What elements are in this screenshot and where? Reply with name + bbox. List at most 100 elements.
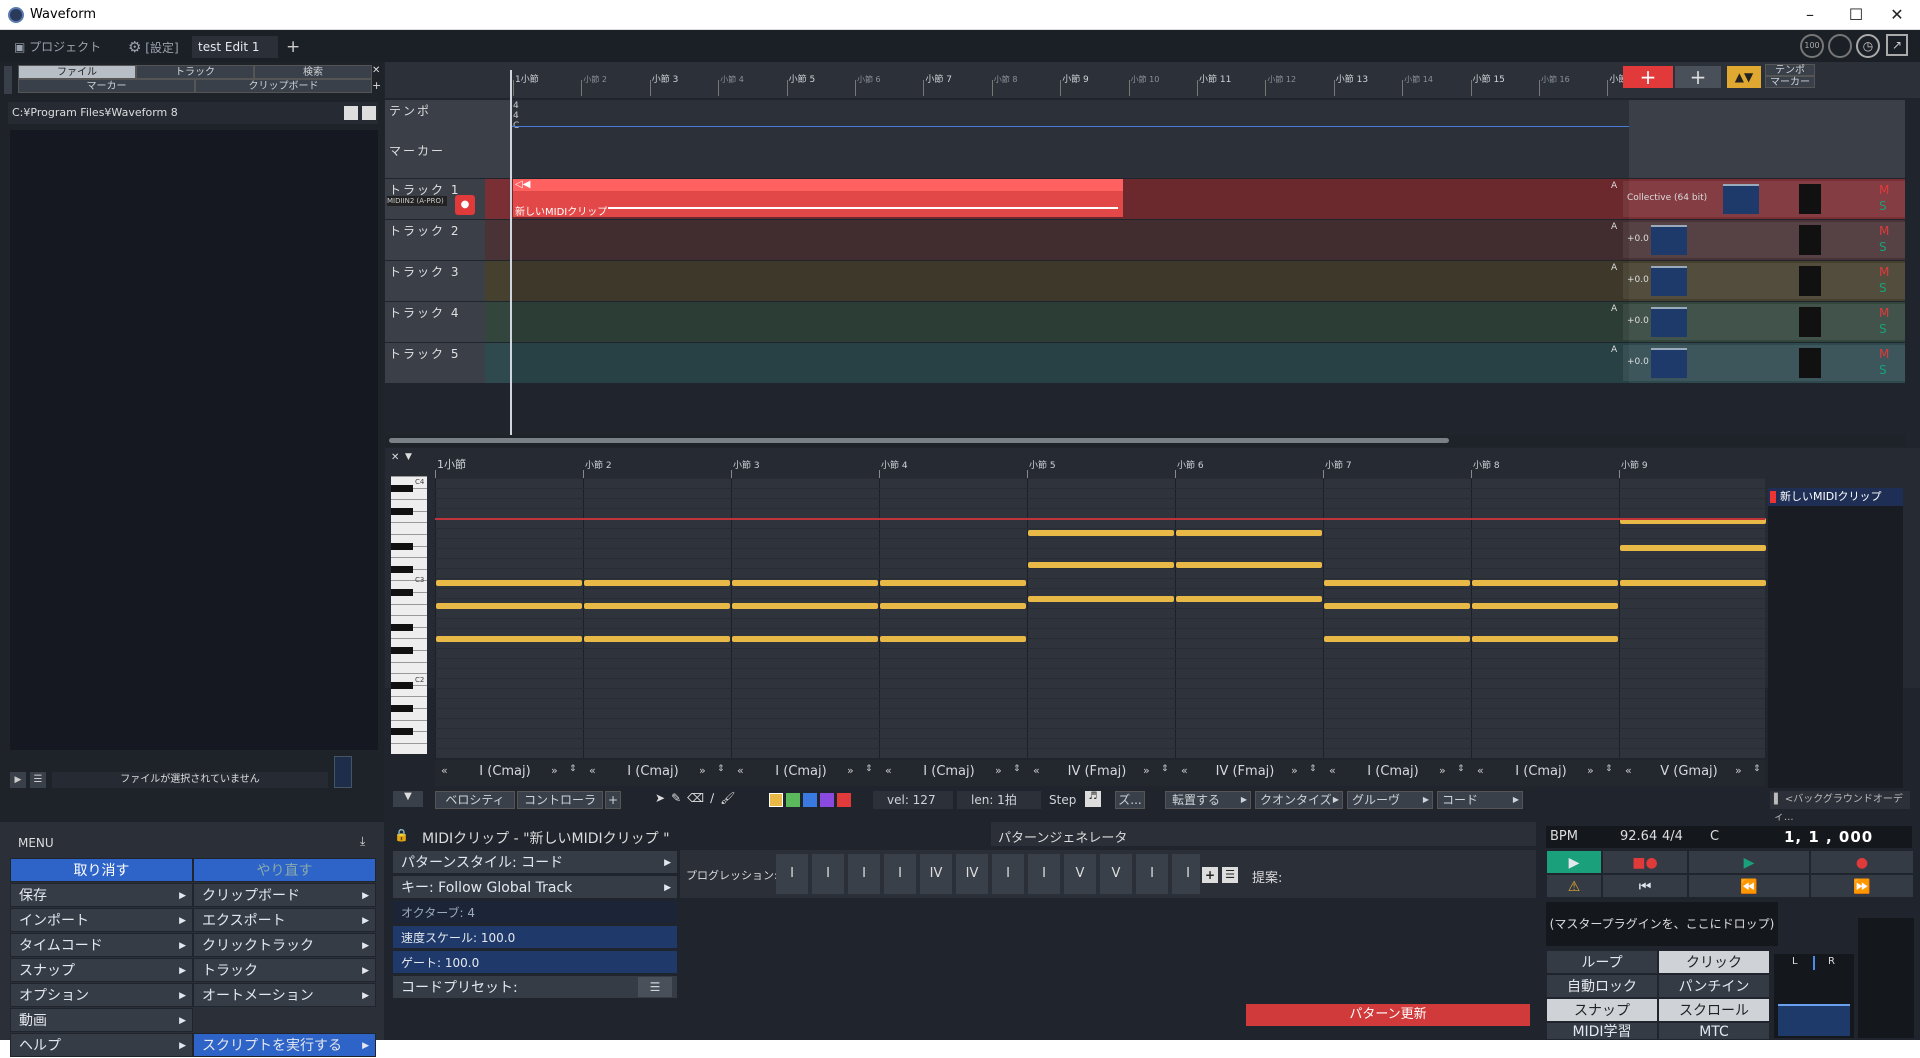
loop-button[interactable]: ループ: [1546, 950, 1658, 974]
marker-lane[interactable]: [511, 140, 1629, 178]
menu-item-left[interactable]: 保存 ▶: [10, 883, 193, 907]
black-key[interactable]: [391, 647, 413, 654]
track-row[interactable]: トラック 5 A +0.0 dB M S: [385, 343, 1905, 383]
scroll-button[interactable]: スクロール: [1658, 998, 1770, 1022]
menu-item-right[interactable]: トラック ▶: [193, 958, 376, 982]
midi-clip[interactable]: ◁◀ 新しいMIDIクリップ: [513, 179, 1123, 218]
chord-prev-button[interactable]: «: [1181, 764, 1188, 777]
chord-stepper[interactable]: ⇕: [865, 764, 873, 774]
key-value[interactable]: C: [1710, 829, 1719, 844]
color-purple[interactable]: [820, 793, 834, 807]
tab-edit[interactable]: test Edit 1 ×: [192, 36, 278, 76]
track-automation-a[interactable]: A: [1611, 222, 1617, 232]
sync-button[interactable]: ▶: [1546, 850, 1602, 874]
solo-button[interactable]: S: [1879, 363, 1887, 377]
white-key[interactable]: [391, 603, 427, 605]
menu-item-left[interactable]: ヘルプ ▶: [10, 1033, 193, 1057]
white-key[interactable]: [391, 719, 427, 721]
velocity-button[interactable]: ベロシティ: [435, 791, 515, 809]
chord-next-button[interactable]: »: [551, 764, 558, 777]
chord-stepper[interactable]: ⇕: [1161, 764, 1169, 774]
transpose-menu[interactable]: 転置する ▶: [1165, 791, 1251, 809]
track-row[interactable]: トラック 3 A +0.0 dB M S: [385, 261, 1905, 301]
chord-stepper[interactable]: ⇕: [569, 764, 577, 774]
midi-note[interactable]: [1620, 580, 1766, 586]
minimize-button[interactable]: –: [1787, 0, 1833, 30]
add-tab-button[interactable]: +: [280, 36, 306, 58]
quantize-menu[interactable]: クオンタイズ ▶: [1255, 791, 1343, 809]
midi-note[interactable]: [1324, 603, 1470, 609]
chord-preset-row[interactable]: コードプリセット:: [392, 975, 678, 999]
menu-item-right[interactable]: クリックトラック ▶: [193, 933, 376, 957]
controller-button[interactable]: コントローラ: [517, 791, 603, 809]
midi-note[interactable]: [1028, 562, 1174, 568]
browser-tab-marker[interactable]: マーカー: [18, 79, 195, 93]
menu-item-right[interactable]: クリップボード ▶: [193, 883, 376, 907]
midi-note[interactable]: [1620, 545, 1766, 551]
octave-slider[interactable]: オクターブ: 4: [392, 900, 678, 924]
track-header[interactable]: トラック 2: [385, 220, 485, 260]
white-key[interactable]: [391, 673, 427, 675]
pointer-tool-icon[interactable]: ➤: [655, 791, 671, 805]
punch-button[interactable]: パンチイン: [1658, 974, 1770, 998]
midi-note[interactable]: [1472, 636, 1618, 642]
solo-button[interactable]: S: [1879, 322, 1887, 336]
midi-note[interactable]: [1472, 603, 1618, 609]
white-key[interactable]: [391, 696, 427, 698]
midi-note[interactable]: [436, 636, 582, 642]
white-key[interactable]: [391, 476, 427, 477]
midi-note[interactable]: [1472, 580, 1618, 586]
click-button[interactable]: クリック: [1658, 950, 1770, 974]
automation-icon[interactable]: ▲▼: [1727, 66, 1761, 88]
mute-button[interactable]: M: [1879, 306, 1889, 320]
clip-header[interactable]: ◁◀: [513, 179, 1123, 191]
black-key[interactable]: [391, 565, 413, 573]
close-editor-icon[interactable]: ✕: [391, 452, 401, 464]
record-button[interactable]: ●: [1810, 850, 1914, 874]
bpm-value[interactable]: 92.64: [1620, 829, 1657, 844]
track-row[interactable]: トラック 2 A +0.0 dB M S: [385, 220, 1905, 260]
track-header[interactable]: トラック 3: [385, 261, 485, 301]
chord-name[interactable]: I (Cmaj): [1353, 764, 1433, 779]
parent-folder-icon[interactable]: [344, 106, 358, 120]
collapse-keyboard-icon[interactable]: ▼: [393, 791, 423, 807]
close-browser-icon[interactable]: ✕: [372, 65, 382, 79]
speaker-icon[interactable]: ♬: [1085, 791, 1101, 807]
track-lane[interactable]: [511, 302, 1629, 342]
mute-button[interactable]: M: [1879, 224, 1889, 238]
black-key[interactable]: [391, 542, 413, 550]
piano-keyboard[interactable]: C4 C3 C2: [391, 476, 427, 754]
plugin-thumb[interactable]: [1651, 225, 1687, 255]
chord-next-button[interactable]: »: [699, 764, 706, 777]
chord-prev-button[interactable]: «: [1033, 764, 1040, 777]
track-input[interactable]: MIDIIN2 (A-PRO): [387, 196, 447, 206]
menu-item-left[interactable]: 動画 ▶: [10, 1008, 193, 1032]
midi-note[interactable]: [732, 603, 878, 609]
mute-button[interactable]: M: [1879, 183, 1889, 197]
fullscreen-icon[interactable]: ↗: [1886, 34, 1908, 56]
chord-name[interactable]: IV (Fmaj): [1057, 764, 1137, 779]
mtc-button[interactable]: MTC: [1658, 1022, 1770, 1040]
chord-name[interactable]: I (Cmaj): [465, 764, 545, 779]
add-lane-button[interactable]: +: [605, 791, 621, 809]
progression-chord[interactable]: IV: [920, 854, 952, 894]
chord-next-button[interactable]: »: [1735, 764, 1742, 777]
play-preview-icon[interactable]: ▶: [10, 772, 26, 788]
black-key[interactable]: [391, 728, 413, 736]
midi-note[interactable]: [880, 580, 1026, 586]
plugin-area[interactable]: +0.0 dB M S: [1623, 304, 1905, 340]
midi-note[interactable]: [732, 636, 878, 642]
chord-stepper[interactable]: ⇕: [1457, 764, 1465, 774]
progression-chord[interactable]: I: [812, 854, 844, 894]
track-automation-a[interactable]: A: [1611, 263, 1617, 273]
plugin-thumb[interactable]: [1723, 184, 1759, 214]
progression-chord[interactable]: I: [776, 854, 808, 894]
track-lane[interactable]: [511, 261, 1629, 301]
progression-chord[interactable]: IV: [956, 854, 988, 894]
plugin-thumb[interactable]: [1651, 307, 1687, 337]
length-field[interactable]: len: 1拍: [957, 791, 1041, 809]
plugin-area[interactable]: +0.0 dB M S: [1623, 345, 1905, 381]
note-grid[interactable]: [435, 478, 1766, 758]
velocity-field[interactable]: vel: 127: [873, 791, 953, 809]
menu-item-right[interactable]: エクスポート ▶: [193, 908, 376, 932]
